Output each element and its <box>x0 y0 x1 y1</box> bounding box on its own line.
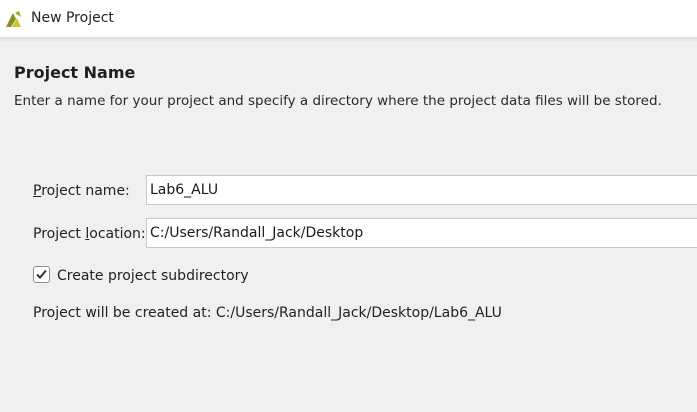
project-location-label-start: Project <box>33 226 86 242</box>
vivado-logo-icon <box>5 9 25 29</box>
project-name-label: Project name: <box>33 183 130 200</box>
project-location-input[interactable] <box>146 218 697 248</box>
project-name-label-mnemonic: P <box>33 183 42 199</box>
create-subdirectory-checkbox[interactable] <box>33 266 50 283</box>
page-description: Enter a name for your project and specif… <box>14 93 662 109</box>
project-location-label-end: ocation: <box>89 226 146 242</box>
project-name-label-text: roject name: <box>41 183 130 199</box>
project-path-preview: Project will be created at: C:/Users/Ran… <box>33 305 502 321</box>
page-title: Project Name <box>14 63 136 82</box>
project-location-label: Project location: <box>33 226 146 243</box>
window-title: New Project <box>31 10 114 26</box>
title-bar: New Project <box>0 0 697 37</box>
checkmark-icon <box>36 269 47 279</box>
title-divider <box>0 37 697 41</box>
create-subdirectory-label[interactable]: Create project subdirectory <box>57 268 249 285</box>
project-name-input[interactable] <box>146 175 697 205</box>
